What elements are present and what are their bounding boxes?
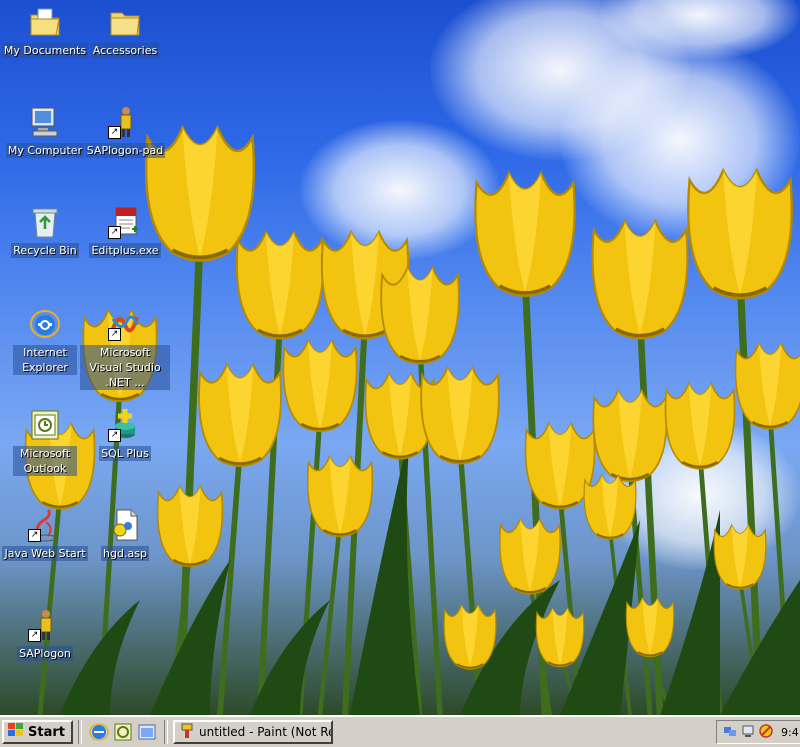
quicklaunch-internet-explorer-icon[interactable]	[89, 722, 109, 742]
java-web-start-icon: ↗	[28, 508, 62, 542]
desktop[interactable]: My Documents Accessories My Computer ↗ S…	[0, 0, 800, 715]
my-computer-icon	[28, 105, 62, 139]
desktop-icon-internet-explorer[interactable]: Internet Explorer	[0, 307, 90, 375]
desktop-icon-hgd-asp[interactable]: hgd.asp	[80, 508, 170, 561]
saplogon-pad-icon: ↗	[108, 105, 142, 139]
sql-plus-icon: ↗	[108, 408, 142, 442]
desktop-icon-recycle-bin[interactable]: Recycle Bin	[0, 205, 90, 258]
start-label: Start	[28, 724, 65, 740]
task-label: untitled - Paint (Not Res...	[198, 725, 331, 739]
desktop-icon-my-documents[interactable]: My Documents	[0, 5, 90, 58]
shortcut-arrow-icon: ↗	[28, 529, 41, 542]
desktop-icon-visual-studio[interactable]: ↗ Microsoft Visual Studio .NET ...	[80, 307, 170, 390]
visual-studio-icon: ↗	[108, 307, 142, 341]
shortcut-arrow-icon: ↗	[108, 126, 121, 139]
taskbar-separator	[163, 720, 168, 744]
desktop-icon-saplogon[interactable]: ↗ SAPlogon	[0, 608, 90, 661]
desktop-icon-editplus[interactable]: ↗ Editplus.exe	[80, 205, 170, 258]
shortcut-arrow-icon: ↗	[108, 226, 121, 239]
outlook-icon	[28, 408, 62, 442]
paint-icon	[179, 723, 195, 742]
taskbar-task-paint[interactable]: untitled - Paint (Not Res...	[172, 720, 333, 744]
desktop-icon-outlook[interactable]: Microsoft Outlook	[0, 408, 90, 476]
start-button[interactable]: Start	[2, 720, 73, 744]
security-alert-tray-icon[interactable]	[759, 723, 773, 742]
editplus-icon: ↗	[108, 205, 142, 239]
shortcut-arrow-icon: ↗	[108, 429, 121, 442]
internet-explorer-icon	[28, 307, 62, 341]
shortcut-arrow-icon: ↗	[28, 629, 41, 642]
shortcut-arrow-icon: ↗	[108, 328, 121, 341]
my-documents-icon	[28, 5, 62, 39]
taskbar-separator	[77, 720, 82, 744]
folder-icon	[108, 5, 142, 39]
computer-tray-icon[interactable]	[741, 723, 755, 742]
recycle-bin-icon	[28, 205, 62, 239]
desktop-icon-java-web-start[interactable]: ↗ Java Web Start	[0, 508, 90, 561]
desktop-icon-accessories[interactable]: Accessories	[80, 5, 170, 58]
quicklaunch-show-desktop-icon[interactable]	[137, 722, 157, 742]
saplogon-icon: ↗	[28, 608, 62, 642]
windows-logo-icon	[8, 723, 24, 741]
desktop-icon-my-computer[interactable]: My Computer	[0, 105, 90, 158]
quicklaunch-outlook-icon[interactable]	[113, 722, 133, 742]
asp-file-icon	[108, 508, 142, 542]
desktop-icon-saplogon-pad[interactable]: ↗ SAPlogon-pad	[80, 105, 170, 158]
desktop-icon-sql-plus[interactable]: ↗ SQL Plus	[80, 408, 170, 461]
network-tray-icon[interactable]	[723, 723, 737, 742]
taskbar: Start untitled - Paint (Not Res... 9:4	[0, 715, 800, 747]
system-tray: 9:4	[716, 720, 800, 744]
clock[interactable]: 9:4	[781, 726, 799, 739]
